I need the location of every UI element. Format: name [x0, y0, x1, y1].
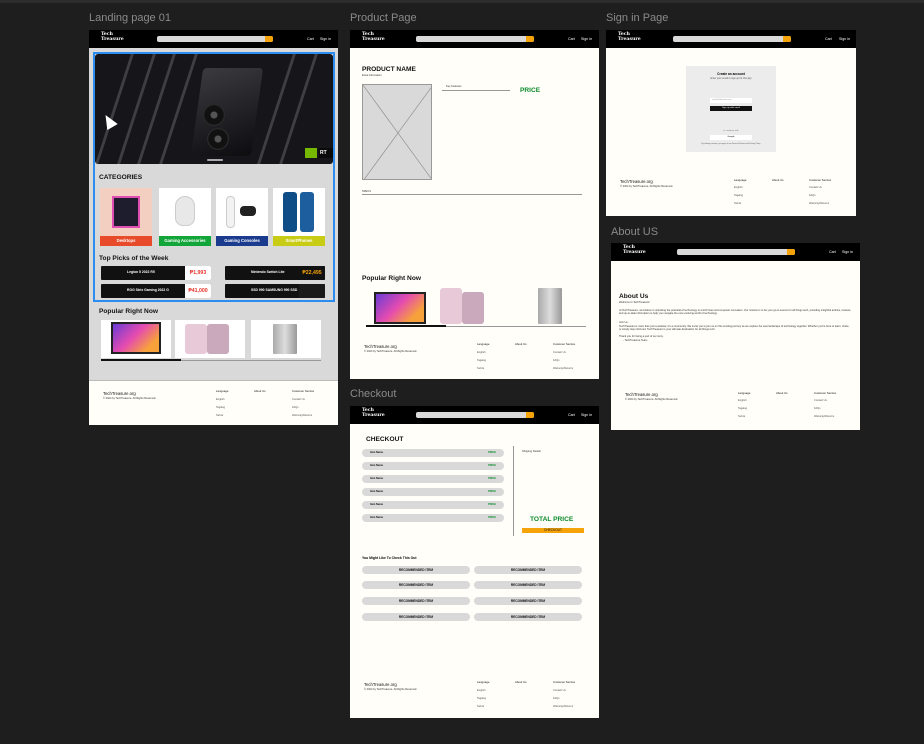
search-icon[interactable]: [526, 412, 534, 418]
specs-label: SPECS: [362, 190, 371, 193]
search-bar[interactable]: [416, 36, 534, 42]
product-price: PRICE: [520, 87, 541, 94]
logo[interactable]: Tech Treasure: [623, 245, 653, 255]
nav-signin[interactable]: Sign in: [320, 37, 331, 41]
search-icon[interactable]: [526, 36, 534, 42]
navbar: Tech Treasure Cart Sign in: [89, 30, 338, 48]
frame-label-landing[interactable]: Landing page 01: [89, 12, 171, 24]
nav-cart[interactable]: Cart: [568, 413, 575, 417]
nav-signin[interactable]: Sign in: [581, 413, 592, 417]
frame-product[interactable]: Tech Treasure Cart Sign in PRODUCT NAME …: [350, 30, 599, 379]
about-para1: At TechTreasure, we believe in unlocking…: [619, 309, 851, 316]
footer: TechTreasure.org © 2024 by TechTreasure.…: [350, 334, 599, 379]
about-join: Join Us: [619, 321, 628, 324]
frame-landing[interactable]: Tech Treasure Cart Sign in RT CATEGORIES…: [89, 30, 338, 425]
toolbar-edge: [0, 0, 924, 3]
popular-item[interactable]: [251, 320, 321, 358]
about-title: About Us: [619, 293, 649, 300]
recommendations-title: You Might Like To Check This Out: [362, 556, 417, 560]
cart-item[interactable]: Item Name PRICE: [362, 514, 504, 522]
shipping-label: Shipping Details: [522, 450, 541, 453]
frame-label-about[interactable]: About US: [611, 226, 658, 238]
footer: TechTreasure.org © 2024 by TechTreasure.…: [606, 170, 856, 216]
recommended-item[interactable]: RECOMMENDED ITEM: [362, 581, 470, 589]
nav-signin[interactable]: Sign in: [842, 250, 853, 254]
navbar: Tech Treasure Cart Sign in: [350, 406, 599, 424]
about-subtitle: Welcome to TechTreasure!: [619, 301, 650, 304]
frame-checkout[interactable]: Tech Treasure Cart Sign in CHECKOUT Item…: [350, 406, 599, 718]
checkout-title: CHECKOUT: [366, 436, 404, 443]
search-bar[interactable]: [673, 36, 791, 42]
frame-label-checkout[interactable]: Checkout: [350, 388, 396, 400]
total-price: TOTAL PRICE: [530, 516, 574, 523]
frame-label-product[interactable]: Product Page: [350, 12, 417, 24]
or-divider: or continue with: [723, 130, 739, 132]
frame-signin[interactable]: Tech Treasure Cart Sign in Create an acc…: [606, 30, 856, 216]
nav-signin[interactable]: Sign in: [839, 37, 850, 41]
about-sign: - TechTreasure Team: [623, 339, 648, 342]
terms-text: By clicking continue, you agree to our T…: [701, 143, 761, 145]
navbar: Tech Treasure Cart Sign in: [606, 30, 856, 48]
footer: TechTreasure.org © 2024 by TechTreasure.…: [89, 380, 338, 425]
selection-box: [93, 52, 335, 302]
search-icon[interactable]: [787, 249, 795, 255]
recommended-item[interactable]: RECOMMENDED ITEM: [474, 581, 582, 589]
frame-about[interactable]: Tech Treasure Cart Sign in About Us Welc…: [611, 243, 860, 430]
popular-title: Popular Right Now: [99, 308, 158, 315]
recommended-item[interactable]: RECOMMENDED ITEM: [474, 597, 582, 605]
search-bar[interactable]: [416, 412, 534, 418]
popular-item[interactable]: [440, 288, 462, 324]
cart-item[interactable]: Item Name PRICE: [362, 449, 504, 457]
cart-item[interactable]: Item Name PRICE: [362, 501, 504, 509]
footer: TechTreasure.org © 2024 by TechTreasure.…: [611, 383, 860, 430]
email-input[interactable]: email@domain.com: [710, 98, 752, 103]
design-canvas: Landing page 01 Product Page Sign in Pag…: [0, 0, 924, 744]
product-image-placeholder: [362, 84, 432, 180]
popular-item[interactable]: [374, 292, 426, 324]
checkout-button[interactable]: CHECKOUT: [522, 528, 584, 533]
logo[interactable]: Tech Treasure: [101, 32, 131, 42]
logo[interactable]: Tech Treasure: [362, 408, 392, 418]
footer: TechTreasure.org © 2024 by TechTreasure.…: [350, 672, 599, 718]
frame-label-signin[interactable]: Sign in Page: [606, 12, 668, 24]
nav-cart[interactable]: Cart: [568, 37, 575, 41]
nav-cart[interactable]: Cart: [829, 250, 836, 254]
cart-item[interactable]: Item Name PRICE: [362, 488, 504, 496]
popular-item[interactable]: [101, 320, 171, 358]
signin-subtitle: Enter your email to sign up for this app: [710, 77, 752, 80]
popular-item[interactable]: [175, 320, 245, 358]
recommended-item[interactable]: RECOMMENDED ITEM: [362, 613, 470, 621]
product-extra: Extra information: [362, 74, 382, 77]
recommended-item[interactable]: RECOMMENDED ITEM: [362, 597, 470, 605]
about-thanks: Thank you for being a part of our story.: [619, 335, 664, 338]
signup-button[interactable]: Sign up with email: [710, 106, 752, 111]
signin-card: Create an account Enter your email to si…: [686, 66, 776, 152]
search-bar[interactable]: [677, 249, 795, 255]
popular-item[interactable]: [538, 288, 562, 324]
recommended-item[interactable]: RECOMMENDED ITEM: [362, 566, 470, 574]
search-icon[interactable]: [265, 36, 273, 42]
product-name: PRODUCT NAME: [362, 66, 416, 73]
navbar: Tech Treasure Cart Sign in: [611, 243, 860, 261]
cart-item[interactable]: Item Name PRICE: [362, 475, 504, 483]
nav-cart[interactable]: Cart: [825, 37, 832, 41]
key-features-label: Key Features: [446, 85, 462, 88]
signin-title: Create an account: [717, 72, 745, 76]
search-bar[interactable]: [157, 36, 273, 42]
recommended-item[interactable]: RECOMMENDED ITEM: [474, 566, 582, 574]
nav-cart[interactable]: Cart: [307, 37, 314, 41]
search-icon[interactable]: [783, 36, 791, 42]
navbar: Tech Treasure Cart Sign in: [350, 30, 599, 48]
nav-signin[interactable]: Sign in: [581, 37, 592, 41]
logo[interactable]: Tech Treasure: [618, 32, 648, 42]
popular-title: Popular Right Now: [362, 275, 421, 282]
logo[interactable]: Tech Treasure: [362, 32, 392, 42]
recommended-item[interactable]: RECOMMENDED ITEM: [474, 613, 582, 621]
cart-item[interactable]: Item Name PRICE: [362, 462, 504, 470]
google-button[interactable]: Google: [710, 135, 752, 140]
about-para2: TechTreasure is more than just a website…: [619, 325, 850, 332]
